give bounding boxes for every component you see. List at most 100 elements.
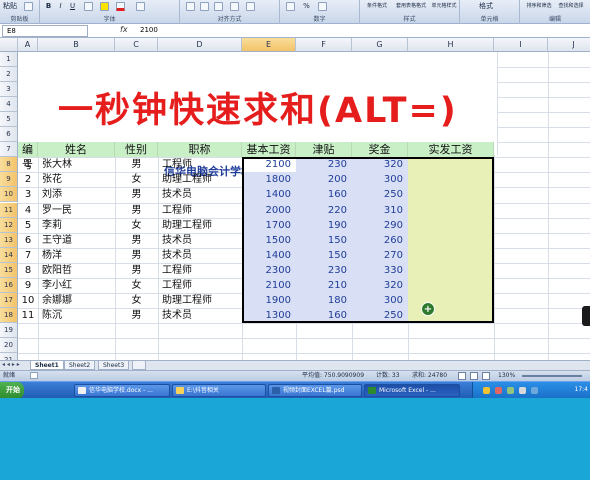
comma-style-icon[interactable] [318,2,327,11]
volume-icon[interactable] [519,387,526,394]
taskbar-item-word[interactable]: 信华电脑学校.docx - ... [74,384,170,397]
cell-id[interactable]: 1 [18,157,38,172]
align-right-icon[interactable] [214,2,223,11]
column-header-c[interactable]: C [115,38,158,52]
insert-sheet-icon[interactable] [132,361,146,370]
cell-gender[interactable]: 女 [115,218,158,233]
cell-gender[interactable]: 男 [115,248,158,263]
paste-button[interactable]: 粘贴 [2,2,18,11]
cell-id[interactable]: 4 [18,203,38,218]
cell-id[interactable]: 6 [18,233,38,248]
cell-title[interactable]: 技术员 [162,187,242,202]
indent-icon[interactable] [230,2,239,11]
tab-sheet2[interactable]: Sheet2 [64,361,96,370]
zoom-slider[interactable] [522,375,582,377]
conditional-format-button[interactable]: 条件格式 [362,2,392,11]
sort-filter-button[interactable]: 排序和筛选 [524,2,554,11]
worksheet-grid[interactable]: ABCDEFGHIJ 1 2 3 4 5 6 7 8 9 10 11 12 13 14 15 16 17 18 19… [0,38,590,383]
column-header-f[interactable]: F [296,38,352,52]
start-button[interactable]: 开始 [0,382,24,399]
cell-name[interactable]: 李莉 [42,218,115,233]
table-format-button[interactable]: 套用表格格式 [394,2,428,11]
row-header-18[interactable]: 18 [0,307,18,323]
cell-name[interactable]: 陈沉 [42,308,115,323]
cell-title[interactable]: 技术员 [162,248,242,263]
find-select-button[interactable]: 查找和选择 [556,2,586,11]
taskbar-item-folder[interactable]: E:\抖音相关 [172,384,266,397]
cell-id[interactable]: 11 [18,308,38,323]
row-header-16[interactable]: 16 [0,277,18,293]
taskbar-item-photoshop[interactable]: 视频封面EXCEL篇.psd [268,384,362,397]
scroll-handle[interactable] [582,306,590,326]
cell-gender[interactable]: 男 [115,187,158,202]
cell-name[interactable]: 欧阳哲 [42,263,115,278]
cell-id[interactable]: 9 [18,278,38,293]
column-header-d[interactable]: D [158,38,242,52]
column-header-i[interactable]: I [494,38,548,52]
cell-title[interactable]: 技术员 [162,233,242,248]
cell-title[interactable]: 工程师 [162,263,242,278]
row-header-2[interactable]: 2 [0,67,18,83]
cell-name[interactable]: 罗一民 [42,203,115,218]
cell-gender[interactable]: 男 [115,263,158,278]
align-left-icon[interactable] [186,2,195,11]
macro-record-icon[interactable] [30,372,38,379]
row-header-6[interactable]: 6 [0,127,18,143]
cell-title[interactable]: 工程师 [162,157,242,172]
tray-icon[interactable] [483,387,490,394]
selection-range[interactable] [242,157,494,323]
row-header-3[interactable]: 3 [0,82,18,98]
font-color-icon[interactable] [116,2,125,11]
cell-gender[interactable]: 女 [115,172,158,187]
cell-name[interactable]: 刘添 [42,187,115,202]
table-header-cell[interactable]: 实发工资 [408,142,494,158]
underline-button[interactable]: U [68,2,77,11]
cell-title[interactable]: 助理工程师 [162,218,242,233]
select-all-corner[interactable] [0,38,18,52]
cell-title[interactable]: 助理工程师 [162,293,242,308]
column-header-h[interactable]: H [408,38,494,52]
tab-sheet3[interactable]: Sheet3 [98,361,130,370]
row-header-5[interactable]: 5 [0,112,18,128]
cell-id[interactable]: 5 [18,218,38,233]
page-break-icon[interactable] [482,372,490,380]
row-header-15[interactable]: 15 [0,262,18,278]
fx-icon[interactable]: fx [120,25,128,34]
tab-sheet1[interactable]: Sheet1 [30,361,64,370]
fill-color-icon[interactable] [100,2,109,11]
cell-gender[interactable]: 男 [115,233,158,248]
row-header-13[interactable]: 13 [0,232,18,248]
cell-name[interactable]: 张花 [42,172,115,187]
row-header-12[interactable]: 12 [0,217,18,233]
cell-name[interactable]: 王守道 [42,233,115,248]
cell-name[interactable]: 李小红 [42,278,115,293]
table-header-cell[interactable]: 奖金 [352,142,408,158]
cell-title[interactable]: 助理工程师 [162,172,242,187]
cell-name[interactable]: 余娜娜 [42,293,115,308]
table-header-cell[interactable]: 性别 [115,142,158,158]
row-header-10[interactable]: 10 [0,187,18,203]
row-header-9[interactable]: 9 [0,172,18,188]
name-box[interactable]: E8 [2,25,88,37]
cell-gender[interactable]: 男 [115,157,158,172]
merge-icon[interactable] [246,2,255,11]
currency-icon[interactable] [286,2,295,11]
column-header-e[interactable]: E [242,38,296,52]
cell-gender[interactable]: 男 [115,308,158,323]
cell-id[interactable]: 8 [18,263,38,278]
border-icon[interactable] [84,2,93,11]
row-header-20[interactable]: 20 [0,337,18,353]
phonetic-icon[interactable] [136,2,145,11]
column-header-j[interactable]: J [548,38,590,52]
cell-title[interactable]: 工程师 [162,278,242,293]
column-header-g[interactable]: G [352,38,408,52]
cell-gender[interactable]: 女 [115,278,158,293]
row-header-19[interactable]: 19 [0,322,18,338]
percent-button[interactable]: % [302,2,311,11]
align-center-icon[interactable] [200,2,209,11]
cell-title[interactable]: 工程师 [162,203,242,218]
table-header-cell[interactable]: 编号 [18,142,38,171]
column-header-a[interactable]: A [18,38,38,52]
bold-button[interactable]: B [44,2,53,11]
table-header-cell[interactable]: 津贴 [296,142,352,158]
